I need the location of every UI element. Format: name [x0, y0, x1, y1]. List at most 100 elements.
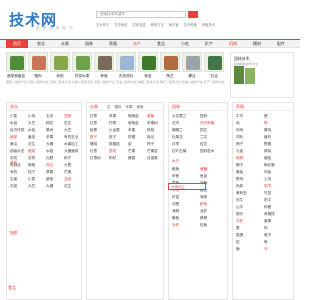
panel-link[interactable]: 蔬菜: [10, 135, 17, 140]
panel-link[interactable]: 梨: [128, 142, 132, 147]
nav-item-5[interactable]: 水产: [126, 40, 148, 48]
panel-link[interactable]: 火龙果: [109, 128, 120, 133]
panel-tab[interactable]: 葡萄: [137, 105, 144, 109]
panel-link[interactable]: 柠檬: [109, 121, 116, 126]
nav-item-2[interactable]: 水果: [54, 40, 76, 48]
panel-link[interactable]: 甲鱼: [172, 174, 179, 179]
panel-link[interactable]: 葡萄苗: [128, 121, 139, 126]
panel-link[interactable]: 大豆: [28, 121, 35, 126]
nav-item-1[interactable]: 农业: [30, 40, 52, 48]
panel-link[interactable]: 兽药: [264, 135, 271, 140]
panel-link[interactable]: 蝎子: [236, 163, 243, 168]
panel-link[interactable]: 蔬菜: [28, 149, 35, 154]
panel-link[interactable]: 土鸡: [264, 177, 271, 182]
panel-link[interactable]: 大棚: [46, 142, 53, 147]
nav-item-10[interactable]: 模材: [246, 40, 268, 48]
panel-link[interactable]: 桂花: [200, 142, 207, 147]
panel-link[interactable]: 种子: [64, 156, 71, 161]
panel-link[interactable]: 水稻: [28, 128, 35, 133]
panel-link[interactable]: 鸭: [264, 121, 268, 126]
hot-keyword[interactable]: 玉米种子: [96, 23, 109, 27]
panel-link[interactable]: 蜜蜂: [264, 219, 271, 224]
panel-link[interactable]: 芒果: [64, 170, 71, 175]
panel-link[interactable]: 百香果: [147, 156, 158, 161]
panel-link[interactable]: 竹鼠: [264, 191, 271, 196]
panel-link[interactable]: 红枣: [90, 114, 97, 119]
panel-link[interactable]: 荔枝: [109, 149, 116, 154]
nav-item-3[interactable]: 园林: [78, 40, 100, 48]
hot-keyword[interactable]: 花卉种植: [184, 23, 197, 27]
panel-link[interactable]: 板栗: [90, 128, 97, 133]
panel-link[interactable]: 野猪: [264, 142, 271, 147]
panel-link[interactable]: 大葱: [64, 163, 71, 168]
panel-tab[interactable]: 杏: [107, 105, 111, 109]
panel-link[interactable]: 果树: [46, 128, 53, 133]
panel-link[interactable]: 月季: [172, 142, 179, 147]
panel-title[interactable]: 养殖: [233, 103, 293, 111]
panel-link[interactable]: 貉子: [264, 233, 271, 238]
panel-link[interactable]: 木薯加工: [64, 142, 78, 147]
nav-item-7[interactable]: 小吃: [174, 40, 196, 48]
panel-link[interactable]: 鲈鱼: [200, 202, 207, 207]
panel-link[interactable]: 牛羊: [236, 114, 243, 119]
panel-link[interactable]: 有机农业: [64, 135, 78, 140]
panel-link[interactable]: 农药: [28, 156, 35, 161]
product-item[interactable]: 农资资料 农业 | 技术大全: [116, 52, 137, 84]
panel-link[interactable]: 马: [264, 247, 268, 252]
panel-link[interactable]: 蚕: [236, 226, 240, 231]
panel-link[interactable]: 樱桃: [90, 142, 97, 147]
panel-link[interactable]: 蔬菜: [46, 177, 53, 182]
ad-box[interactable]: 园林技术 园林种植技术大全: [230, 52, 294, 98]
panel-link[interactable]: 香蕉: [147, 114, 154, 119]
panel-link[interactable]: 韭菜: [64, 177, 71, 182]
panel-link[interactable]: 棉花: [46, 121, 53, 126]
panel-link[interactable]: 蜈蚣: [264, 156, 271, 161]
panel-link[interactable]: 螃蟹: [200, 216, 207, 221]
panel-link[interactable]: 种猪: [264, 205, 271, 210]
panel-link[interactable]: 花生: [28, 142, 35, 147]
panel-link[interactable]: 柑橘: [128, 135, 135, 140]
panel-link[interactable]: 葡萄苗: [128, 114, 139, 119]
panel-link[interactable]: 甘蔗: [64, 114, 71, 119]
panel-link[interactable]: 鹿: [236, 247, 240, 252]
panel-link[interactable]: 玉米: [46, 114, 53, 119]
panel-link[interactable]: 化肥: [46, 156, 53, 161]
panel-link[interactable]: 南瓜: [147, 135, 154, 140]
panel-link[interactable]: 园林苗木: [200, 149, 214, 154]
nav-item-4[interactable]: 养殖: [102, 40, 124, 48]
panel-title[interactable]: 园林: [169, 103, 227, 111]
panel-link[interactable]: 山羊: [236, 205, 243, 210]
panel-link[interactable]: 园艺: [200, 128, 207, 133]
panel-link[interactable]: 猪仔: [236, 212, 243, 217]
panel-link[interactable]: 有机: [10, 170, 17, 175]
panel-link[interactable]: 梅花鹿: [264, 163, 275, 168]
panel-link[interactable]: 鳜鱼: [172, 216, 179, 221]
product-item[interactable]: 种苗 种苗 | 技术大全: [138, 52, 159, 84]
panel-link[interactable]: 大花蕙兰: [172, 114, 186, 119]
panel-link[interactable]: 西瓜: [46, 163, 53, 168]
panel-link[interactable]: 狗: [264, 226, 268, 231]
search-input[interactable]: 搜索技术关键字: [96, 11, 186, 18]
hot-keyword[interactable]: 招商加盟: [132, 23, 145, 27]
panel-link[interactable]: 水稻: [46, 149, 53, 154]
panel-link[interactable]: 大豆: [64, 128, 71, 133]
panel-link[interactable]: 杨桃: [147, 128, 154, 133]
panel-tab[interactable]: 樱桃: [115, 105, 122, 109]
nav-item-6[interactable]: 食品: [150, 40, 172, 48]
panel-link[interactable]: 河蟹: [172, 202, 179, 207]
panel-link[interactable]: 虾苗: [172, 195, 179, 200]
panel-link[interactable]: 花菜: [10, 184, 17, 189]
product-item[interactable]: 猪肉 养殖 | 技术大全: [28, 52, 49, 84]
panel-link[interactable]: 鸡: [236, 121, 240, 126]
panel-link[interactable]: 狐狸: [236, 233, 243, 238]
panel-link[interactable]: 花卉种植: [200, 121, 214, 126]
hot-keyword[interactable]: 病虫害: [169, 23, 179, 27]
panel-link[interactable]: 黄粉虫: [236, 191, 247, 196]
panel-link[interactable]: 对虾: [172, 223, 179, 228]
panel-link[interactable]: 养猪场: [264, 212, 275, 217]
nav-item-8[interactable]: 矿产: [198, 40, 220, 48]
product-item[interactable]: 螺丝 机械 | 技术大全: [182, 52, 203, 84]
panel-link[interactable]: 黄瓜: [10, 142, 17, 147]
panel-link[interactable]: 龟: [264, 240, 268, 245]
panel-link[interactable]: 兰花: [200, 135, 207, 140]
